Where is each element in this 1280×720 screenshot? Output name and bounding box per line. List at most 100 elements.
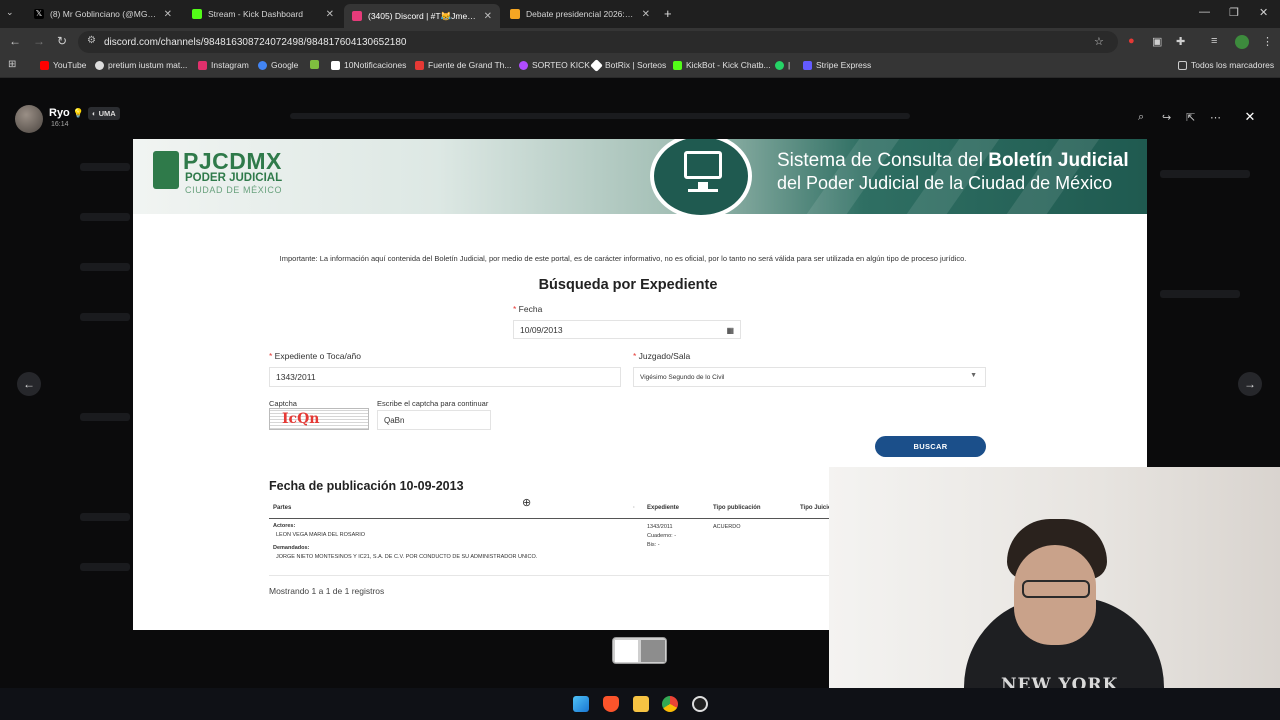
tab-kick[interactable]: Stream - Kick Dashboard ✕: [184, 4, 342, 24]
glasses: [1022, 580, 1090, 598]
captcha-input[interactable]: QaBn: [377, 410, 491, 430]
address-bar[interactable]: ⚙ discord.com/channels/98481630872407249…: [78, 31, 1118, 53]
banner-title-bold: Boletín Judicial: [988, 150, 1129, 171]
bookmark-stripe[interactable]: Stripe Express: [803, 60, 871, 70]
bookmark-label: pretium iustum mat...: [108, 60, 188, 70]
bookmark-pretium[interactable]: pretium iustum mat...: [95, 60, 187, 70]
table-cell-expediente: 1343/2011 Cuaderno: - Bis: -: [647, 523, 676, 550]
globe-icon: [95, 60, 104, 70]
windows-start-icon[interactable]: [573, 696, 589, 712]
logo-subtitle: PODER JUDICIAL: [185, 172, 283, 184]
logo-city: CIUDAD DE MÉXICO: [185, 185, 283, 195]
disclaimer-notice: Importante: La información aquí contenid…: [133, 254, 1123, 263]
column-header-tipo-publicacion: Tipo publicación: [713, 505, 761, 511]
puzzle-icon[interactable]: ✚: [1176, 35, 1185, 48]
guild-badge: ◐ UMA: [88, 107, 120, 120]
x-icon: 𝕏: [34, 9, 44, 19]
message-time: 16:14: [51, 121, 69, 128]
username-text: Ryo: [49, 107, 70, 119]
obs-icon[interactable]: [692, 696, 708, 712]
close-tab-icon[interactable]: ✕: [484, 11, 492, 22]
bookmark-instagram[interactable]: Instagram: [198, 60, 249, 70]
actores-label: Actores:: [273, 523, 296, 529]
maximize-icon[interactable]: ❐: [1229, 6, 1239, 19]
close-viewer-icon[interactable]: ✕: [1238, 105, 1262, 129]
zoom-icon[interactable]: ⌕: [1138, 111, 1144, 124]
fandom-icon: [415, 60, 424, 70]
close-tab-icon[interactable]: ✕: [642, 9, 650, 20]
calendar-icon[interactable]: ▦: [726, 326, 734, 335]
bookmark-label: Todos los marcadores: [1191, 60, 1275, 70]
webcam-overlay: NEW YORK: [829, 467, 1280, 720]
bookmark-gta[interactable]: Fuente de Grand Th...: [415, 60, 511, 70]
tab-title: Debate presidencial 2026: hoy s: [526, 9, 636, 19]
bookmark-whatsapp[interactable]: |: [775, 60, 790, 70]
bookmark-kickbot[interactable]: KickBot - Kick Chatb...: [673, 60, 771, 70]
bookmark-google[interactable]: Google: [258, 60, 298, 70]
site-info-icon[interactable]: ⚙: [87, 35, 96, 46]
tab-search-icon[interactable]: ≡: [1211, 35, 1217, 47]
column-header-expediente: Expediente: [647, 505, 680, 511]
bookmark-game[interactable]: [310, 60, 319, 69]
tab-search-button[interactable]: ⌄: [6, 7, 14, 18]
tab-discord[interactable]: (3405) Discord | #T😹Jmemes ✕: [344, 4, 500, 28]
brave-extension-icon[interactable]: ●: [1128, 35, 1135, 47]
whatsapp-icon: [775, 60, 784, 70]
new-tab-button[interactable]: +: [664, 6, 672, 21]
expediente-label: * Expediente o Toca/año: [269, 351, 361, 361]
fecha-label: * Fecha: [513, 304, 543, 314]
banner-title-prefix: Sistema de Consulta del: [777, 150, 983, 171]
minimize-icon[interactable]: —: [1199, 6, 1210, 18]
pj-logo-icon: [153, 151, 179, 189]
badge-text: UMA: [98, 109, 116, 118]
tab-debate[interactable]: Debate presidencial 2026: hoy s ✕: [502, 4, 658, 24]
profile-avatar[interactable]: [1235, 35, 1249, 49]
previous-image-icon[interactable]: ←: [17, 372, 41, 396]
tab-title: Stream - Kick Dashboard: [208, 9, 303, 19]
back-icon[interactable]: ←: [9, 34, 21, 48]
expediente-input[interactable]: 1343/2011: [269, 367, 621, 387]
bookmark-label: YouTube: [53, 60, 87, 70]
bookmark-label: KickBot - Kick Chatb...: [686, 60, 771, 70]
ghost-line: [80, 163, 130, 171]
bookmark-youtube[interactable]: YouTube: [40, 60, 86, 70]
forward-share-icon[interactable]: ↪: [1162, 111, 1171, 124]
file-explorer-icon[interactable]: [633, 696, 649, 712]
menu-icon[interactable]: ⋮: [1262, 35, 1273, 48]
fecha-date-input[interactable]: 10/09/2013 ▦: [513, 320, 741, 339]
close-tab-icon[interactable]: ✕: [164, 9, 172, 20]
avatar[interactable]: [15, 105, 43, 133]
reload-icon[interactable]: ↻: [57, 34, 67, 48]
forward-icon[interactable]: →: [33, 34, 45, 48]
ghost-line: [80, 313, 130, 321]
next-image-icon[interactable]: →: [1238, 372, 1262, 396]
apps-icon[interactable]: ⊞: [8, 59, 16, 70]
all-bookmarks[interactable]: Todos los marcadores: [1178, 60, 1274, 70]
bookmark-label: SORTEO KICK: [532, 60, 590, 70]
bookmark-label: Stripe Express: [816, 60, 872, 70]
brave-icon[interactable]: [603, 696, 619, 712]
notice-text: Importante: La información aquí contenid…: [279, 254, 967, 263]
close-tab-icon[interactable]: ✕: [326, 9, 334, 20]
youtube-icon: [40, 60, 49, 70]
sort-indicator-icon: ·: [633, 505, 635, 511]
bookmark-star-icon[interactable]: ☆: [1094, 35, 1104, 48]
bookmark-sorteo[interactable]: SORTEO KICK: [519, 60, 590, 70]
bookmark-botrix[interactable]: BotRix | Sorteos: [590, 58, 666, 72]
table-cell-tipo-publicacion: ACUERDO: [713, 524, 741, 530]
juzgado-select[interactable]: Vigésimo Segundo de lo Civil ▼: [633, 367, 986, 387]
search-button[interactable]: BUSCAR: [875, 436, 986, 457]
folder-icon: [1178, 60, 1187, 70]
image-thumbnail-strip[interactable]: [612, 637, 667, 664]
more-icon[interactable]: ⋯: [1210, 111, 1221, 124]
game-icon: [310, 60, 319, 69]
chrome-icon[interactable]: [662, 696, 678, 712]
username[interactable]: Ryo 💡: [49, 107, 84, 119]
bookmark-notificaciones[interactable]: 10Notificaciones: [331, 60, 406, 70]
tab-twitter[interactable]: 𝕏 (8) Mr Goblinciano (@MGoblinc ✕: [26, 4, 180, 24]
open-external-icon[interactable]: ⇱: [1186, 111, 1195, 124]
extension-icon[interactable]: ▣: [1152, 35, 1162, 48]
expediente-cuaderno: Cuaderno: -: [647, 533, 677, 539]
actores-value: LEON VEGA MARIA DEL ROSARIO: [276, 532, 366, 538]
close-window-icon[interactable]: ✕: [1259, 6, 1268, 19]
